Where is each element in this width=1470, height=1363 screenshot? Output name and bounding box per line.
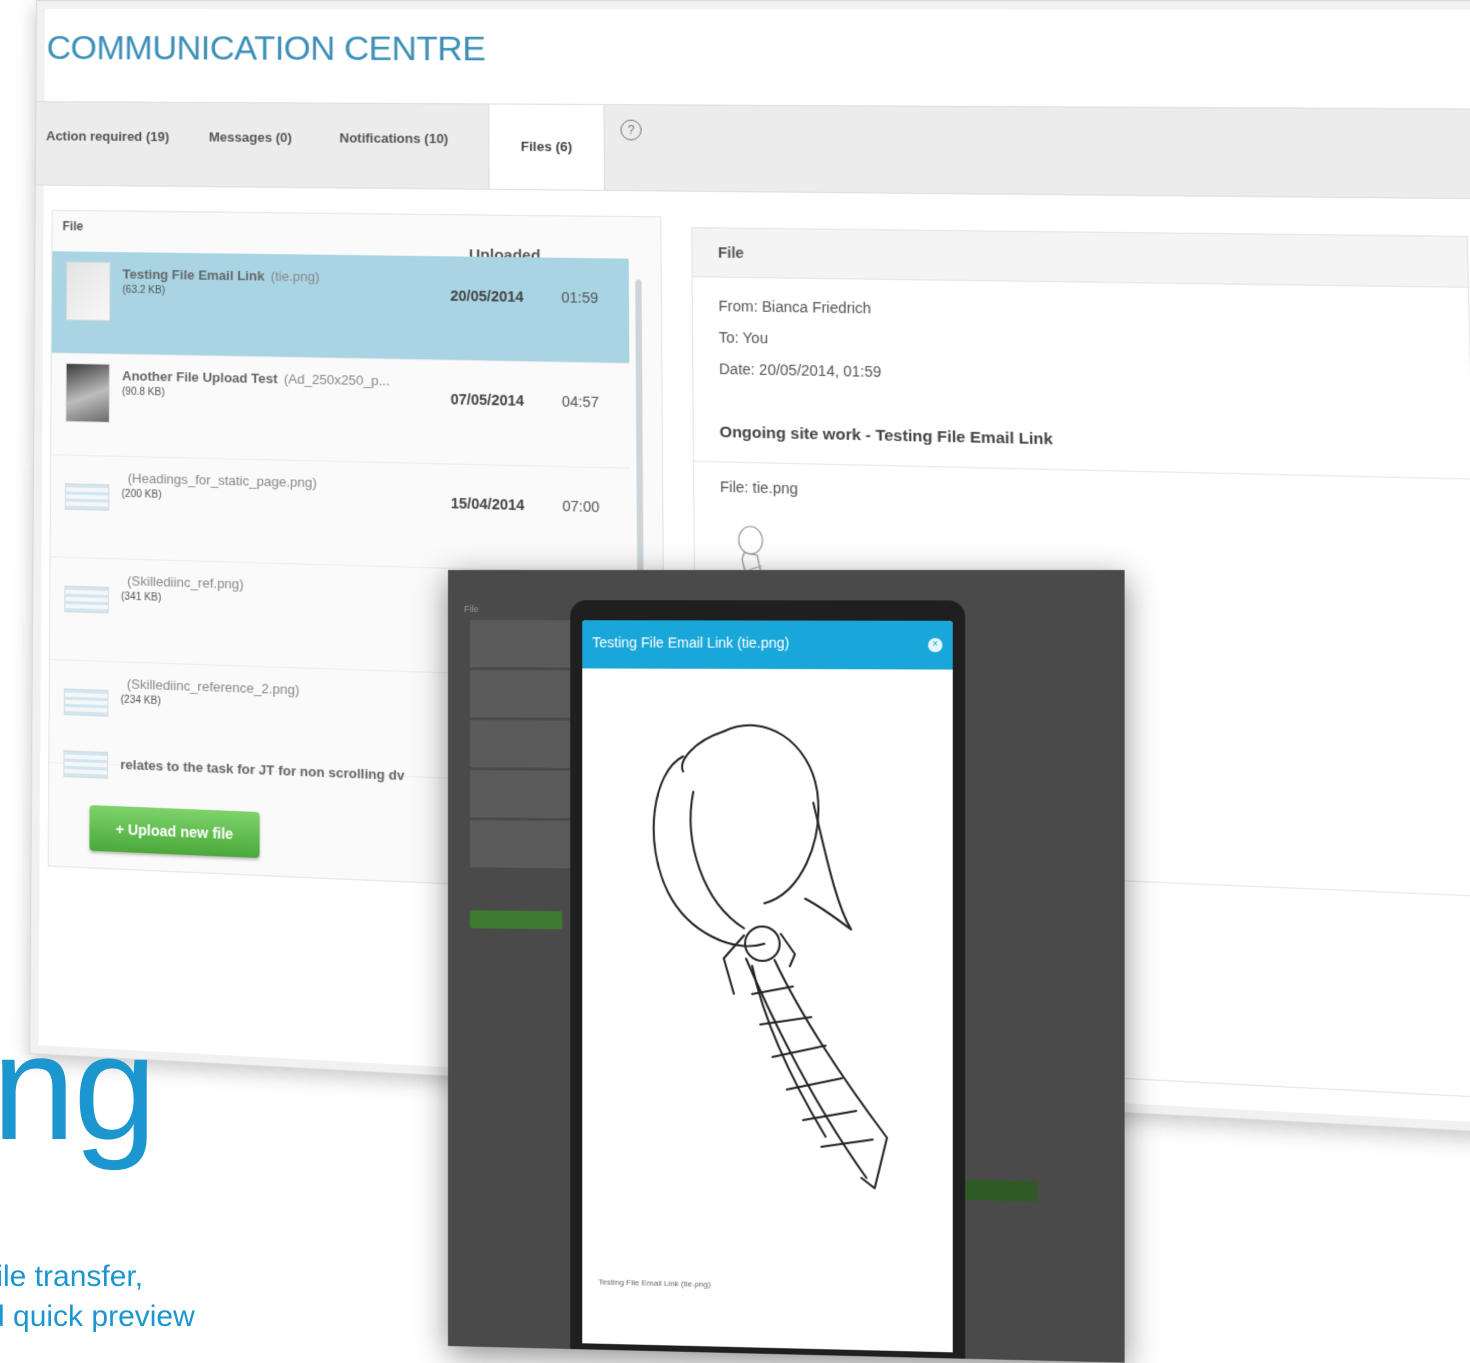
file-time: 04:57 xyxy=(561,392,599,411)
file-size: (341 KB) xyxy=(121,591,162,604)
help-icon[interactable]: ? xyxy=(620,119,642,141)
file-time: 01:59 xyxy=(561,288,599,307)
file-title: relates to the task for JT for non scrol… xyxy=(120,756,405,784)
tab-files[interactable]: Files (6) xyxy=(488,104,606,190)
detail-file-name: File: tie.png xyxy=(719,478,799,497)
tablet-bg-upload-button xyxy=(469,910,563,930)
file-size: (200 KB) xyxy=(121,488,162,501)
close-icon[interactable]: × xyxy=(928,638,943,653)
file-time: 07:00 xyxy=(562,497,600,516)
file-date: 15/04/2014 xyxy=(450,494,525,514)
divider xyxy=(694,460,1470,480)
detail-to: To: You xyxy=(718,328,769,347)
file-title: Another File Upload Test (Ad_250x250_p... xyxy=(122,368,390,389)
file-row[interactable]: (Headings_for_static_page.png) (200 KB) … xyxy=(50,454,631,574)
modal-title: Testing File Email Link (tie.png) xyxy=(592,634,790,651)
detail-subject: Ongoing site work - Testing File Email L… xyxy=(719,423,1053,449)
file-size: (90.8 KB) xyxy=(121,386,165,399)
file-size: (234 KB) xyxy=(120,694,161,708)
tab-bar: Action required (19) Messages (0) Notifi… xyxy=(35,101,1470,200)
tablet-device: File Testing File Email Link (tie.png) × xyxy=(448,570,1125,1363)
tablet-bg-file-label: File xyxy=(463,604,479,615)
detail-from: From: Bianca Friedrich xyxy=(718,297,872,317)
file-row[interactable]: Testing File Email Link (tie.png) (63.2 K… xyxy=(51,251,630,364)
file-thumbnail xyxy=(63,750,109,779)
preview-modal: Testing File Email Link (tie.png) × Test… xyxy=(582,620,953,1353)
file-thumbnail xyxy=(65,261,111,322)
marketing-tagline-line2: d quick preview xyxy=(0,1300,195,1333)
file-date: 20/05/2014 xyxy=(450,287,524,305)
marketing-headline: ng xyxy=(0,1003,157,1171)
file-thumbnail xyxy=(63,688,109,717)
file-title: (Skillediinc_ref.png) xyxy=(127,572,244,592)
tablet-bg-button xyxy=(963,1179,1038,1202)
file-thumbnail xyxy=(65,362,110,423)
file-row[interactable]: Another File Upload Test (Ad_250x250_p...… xyxy=(51,352,631,469)
marketing-tagline-line1: file transfer, xyxy=(0,1260,144,1293)
tab-action-required[interactable]: Action required (19) xyxy=(46,128,169,144)
file-thumbnail xyxy=(64,585,109,614)
modal-header: Testing File Email Link (tie.png) × xyxy=(582,620,953,670)
tab-notifications[interactable]: Notifications (10) xyxy=(339,130,448,146)
file-title: Testing File Email Link (tie.png) xyxy=(122,266,320,285)
file-thumbnail xyxy=(64,483,110,511)
upload-new-file-button[interactable]: + Upload new file xyxy=(89,805,260,859)
file-title: (Headings_for_static_page.png) xyxy=(127,470,317,491)
column-header-file: File xyxy=(62,219,84,234)
page-title: COMMUNICATION CENTRE xyxy=(46,28,486,69)
detail-heading: File xyxy=(692,228,1468,288)
tab-messages[interactable]: Messages (0) xyxy=(209,129,292,145)
detail-date: Date: 20/05/2014, 01:59 xyxy=(718,360,882,381)
tie-preview-image xyxy=(623,701,908,1250)
file-date: 07/05/2014 xyxy=(450,390,525,409)
modal-caption: Testing File Email Link (tie.png) xyxy=(598,1277,711,1289)
file-size: (63.2 KB) xyxy=(122,284,166,297)
file-title: (Skillediinc_reference_2.png) xyxy=(126,676,300,698)
